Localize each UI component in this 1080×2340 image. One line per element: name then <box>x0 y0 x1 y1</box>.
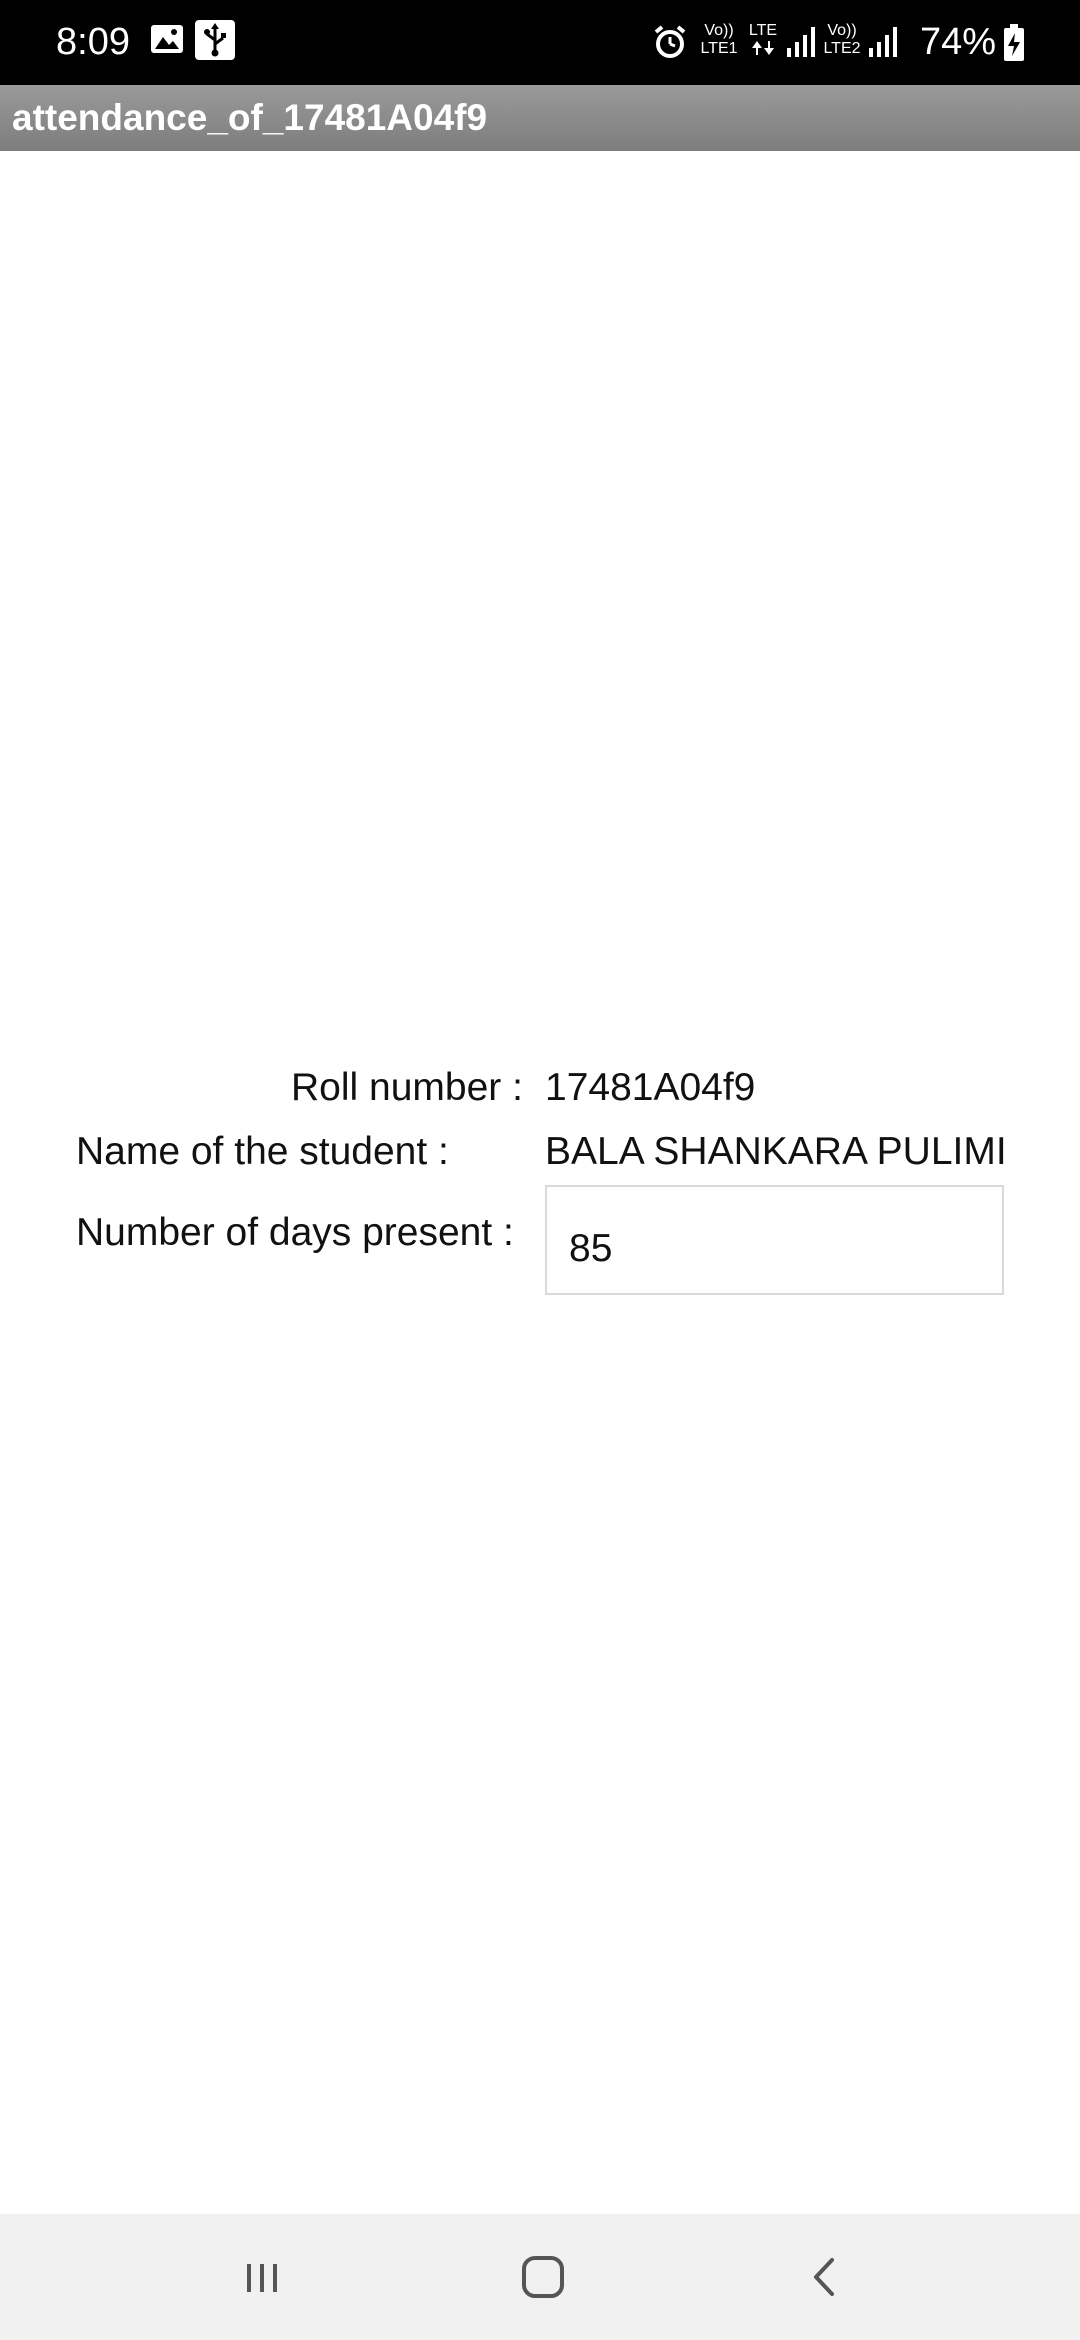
page-title: attendance_of_17481A04f9 <box>12 97 488 138</box>
volte-lte1-icon: Vo)) LTE1 <box>698 22 740 58</box>
volte-lte2-icon: Vo)) LTE2 <box>820 22 864 58</box>
navigation-bar <box>0 2214 1080 2340</box>
app-screen: 8:09 Vo)) LTE1 LTE Vo)) LTE2 74% attenda… <box>0 0 1080 2340</box>
days-present-label: Number of days present : <box>76 1211 514 1254</box>
battery-charging-icon <box>1004 24 1024 61</box>
roll-number-label: Roll number : <box>291 1066 523 1109</box>
student-name-value: BALA SHANKARA PULIMI <box>545 1130 1007 1173</box>
data-arrows-icon <box>752 41 774 55</box>
student-name-label: Name of the student : <box>76 1130 449 1173</box>
home-icon[interactable] <box>508 2242 578 2312</box>
lte2-label-bottom: LTE2 <box>823 40 861 57</box>
signal-1-icon <box>787 27 815 57</box>
lte1-label-top: Vo)) <box>704 22 734 39</box>
days-present-input[interactable] <box>545 1185 1004 1295</box>
signal-2-icon <box>869 27 897 57</box>
status-time: 8:09 <box>56 21 130 63</box>
alarm-icon <box>654 25 686 58</box>
lte-data-icon: LTE <box>745 22 781 61</box>
back-icon[interactable] <box>790 2242 860 2312</box>
roll-number-value: 17481A04f9 <box>545 1066 756 1109</box>
title-bar: attendance_of_17481A04f9 <box>0 85 1080 151</box>
usb-icon <box>195 20 235 60</box>
lte1-label-bottom: LTE1 <box>700 40 738 57</box>
lte-label: LTE <box>748 22 778 39</box>
image-icon <box>151 25 183 53</box>
battery-percent: 74% <box>920 21 997 63</box>
status-bar: 8:09 Vo)) LTE1 LTE Vo)) LTE2 74% <box>0 0 1080 85</box>
recent-apps-icon[interactable] <box>227 2242 297 2312</box>
lte2-label-top: Vo)) <box>827 22 857 39</box>
